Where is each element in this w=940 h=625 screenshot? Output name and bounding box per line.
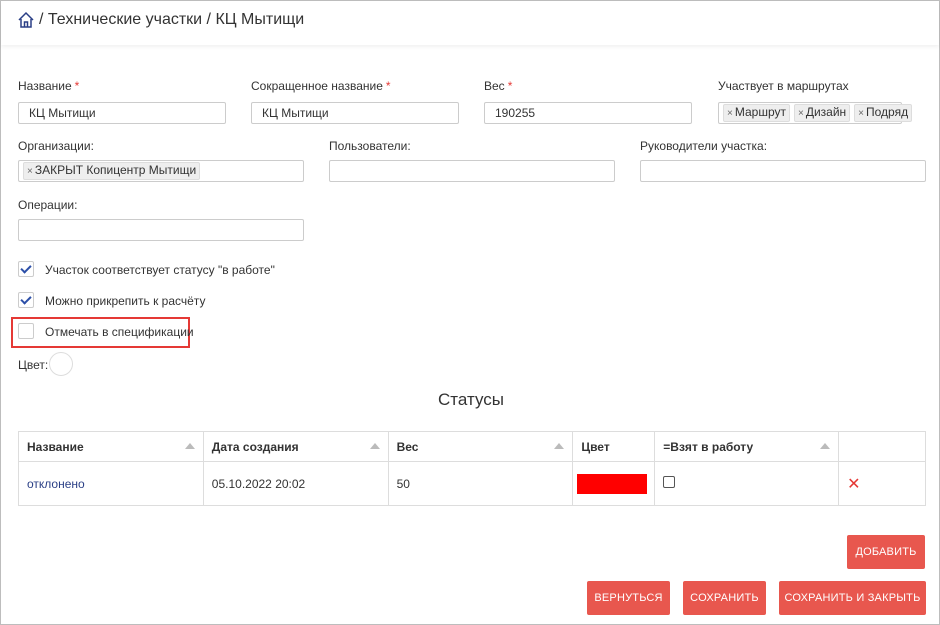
short-name-field[interactable]: КЦ Мытищи	[251, 102, 459, 124]
managers-field[interactable]	[640, 160, 926, 182]
mark-in-spec-label: Отмечать в спецификации	[45, 325, 194, 339]
statuses-table: Название Дата создания Вес Цвет =Взят в …	[18, 431, 926, 506]
remove-tag-icon[interactable]: ×	[858, 108, 864, 119]
sort-icon[interactable]	[554, 443, 565, 449]
column-header-name[interactable]: Название	[18, 431, 204, 462]
operations-field[interactable]	[18, 219, 304, 241]
routes-field[interactable]: × Маршрут × Дизайн × Подряд	[718, 102, 913, 124]
in-work-status-label: Участок соответствует статусу "в работе"	[45, 263, 275, 277]
route-tag[interactable]: × Маршрут	[723, 104, 790, 122]
short-name-label: Сокращенное название *	[251, 79, 391, 93]
color-picker[interactable]	[49, 352, 73, 376]
remove-tag-icon[interactable]: ×	[27, 166, 33, 177]
operations-label: Операции:	[18, 198, 78, 212]
users-label: Пользователи:	[329, 139, 411, 153]
header-bar: / Технические участки / КЦ Мытищи	[1, 1, 939, 45]
column-header-actions	[838, 431, 926, 462]
add-button[interactable]: ДОБАВИТЬ	[847, 535, 925, 569]
remove-tag-icon[interactable]: ×	[798, 108, 804, 119]
status-color-swatch	[577, 473, 648, 494]
mark-in-spec-checkbox[interactable]	[18, 323, 34, 339]
column-header-created[interactable]: Дата создания	[202, 431, 389, 462]
organization-tag[interactable]: × ЗАКРЫТ Копицентр Мытищи	[23, 162, 201, 180]
sort-icon[interactable]	[369, 443, 380, 449]
table-row: отклонено 05.10.2022 20:02 50 ✕	[18, 461, 926, 506]
back-button[interactable]: ВЕРНУТЬСЯ	[587, 581, 670, 615]
column-header-color: Цвет	[572, 431, 656, 462]
attach-to-calc-label: Можно прикрепить к расчёту	[45, 294, 206, 308]
in-work-status-checkbox[interactable]	[18, 261, 34, 277]
attach-to-calc-checkbox[interactable]	[18, 292, 34, 308]
organizations-label: Организации:	[18, 139, 94, 153]
name-field[interactable]: КЦ Мытищи	[18, 102, 226, 124]
route-tag[interactable]: × Подряд	[854, 104, 913, 122]
route-tag[interactable]: × Дизайн	[793, 104, 851, 122]
routes-label: Участвует в маршрутах	[718, 79, 849, 93]
status-weight-cell: 50	[387, 461, 574, 506]
weight-field[interactable]: 190255	[484, 102, 692, 124]
name-label: Название *	[18, 79, 80, 93]
organizations-field[interactable]: × ЗАКРЫТ Копицентр Мытищи	[18, 160, 304, 182]
breadcrumb-text[interactable]: / Технические участки / КЦ Мытищи	[39, 11, 304, 29]
column-header-weight[interactable]: Вес	[387, 431, 574, 462]
delete-icon[interactable]: ✕	[847, 476, 860, 493]
home-icon[interactable]	[17, 11, 35, 29]
breadcrumb: / Технические участки / КЦ Мытищи	[17, 11, 304, 29]
status-created-cell: 05.10.2022 20:02	[202, 461, 389, 506]
column-header-in-work[interactable]: =Взят в работу	[654, 431, 840, 462]
weight-label: Вес *	[484, 79, 513, 93]
status-name-link[interactable]: отклонено	[27, 477, 85, 491]
save-and-close-button[interactable]: СОХРАНИТЬ И ЗАКРЫТЬ	[779, 581, 926, 615]
in-work-checkbox[interactable]	[663, 476, 676, 488]
save-button[interactable]: СОХРАНИТЬ	[683, 581, 766, 615]
page-frame: / Технические участки / КЦ Мытищи Назван…	[0, 0, 940, 625]
remove-tag-icon[interactable]: ×	[727, 108, 733, 119]
sort-icon[interactable]	[184, 443, 195, 449]
users-field[interactable]	[329, 160, 615, 182]
color-label: Цвет:	[18, 358, 49, 372]
managers-label: Руководители участка:	[640, 139, 768, 153]
sort-icon[interactable]	[820, 443, 831, 449]
statuses-title: Статусы	[438, 390, 504, 409]
